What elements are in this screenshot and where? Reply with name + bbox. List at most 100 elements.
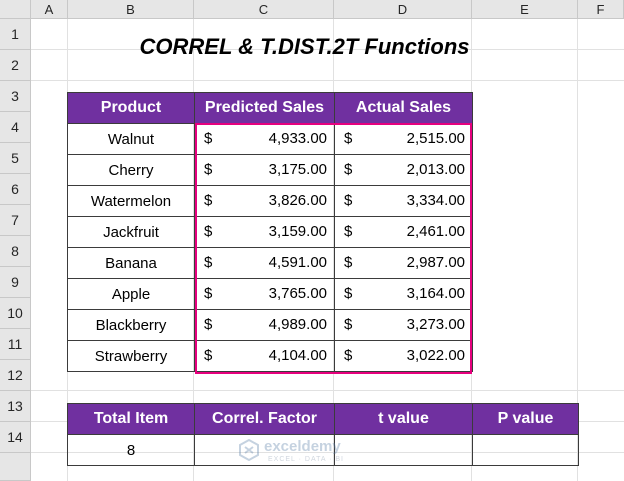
currency-symbol: $ xyxy=(204,347,213,364)
predicted-sales-cell[interactable]: $3,159.00 xyxy=(194,216,335,248)
results-header-row: Total Item Correl. Factor t value P valu… xyxy=(67,403,579,435)
row-header-11[interactable]: 11 xyxy=(0,329,31,360)
row-header-15[interactable] xyxy=(0,453,31,481)
table-row: Cherry $3,175.00 $2,013.00 xyxy=(67,154,473,186)
table-row: Strawberry $4,104.00 $3,022.00 xyxy=(67,340,473,372)
actual-sales-cell[interactable]: $3,022.00 xyxy=(334,340,473,372)
currency-symbol: $ xyxy=(344,254,353,271)
row-header-12[interactable]: 12 xyxy=(0,360,31,391)
select-all-corner[interactable] xyxy=(0,0,31,19)
header-total-item[interactable]: Total Item xyxy=(67,403,195,435)
actual-sales-cell[interactable]: $3,164.00 xyxy=(334,278,473,310)
header-correl-factor[interactable]: Correl. Factor xyxy=(194,403,335,435)
column-header-d[interactable]: D xyxy=(334,0,472,19)
row-header-8[interactable]: 8 xyxy=(0,236,31,267)
actual-sales-cell[interactable]: $2,461.00 xyxy=(334,216,473,248)
actual-sales-value: 2,987.00 xyxy=(406,254,465,271)
row-header-2[interactable]: 2 xyxy=(0,50,31,81)
predicted-sales-cell[interactable]: $4,104.00 xyxy=(194,340,335,372)
row-header-3[interactable]: 3 xyxy=(0,81,31,112)
predicted-sales-value: 3,175.00 xyxy=(268,161,327,178)
product-cell[interactable]: Watermelon xyxy=(67,185,195,217)
predicted-sales-value: 3,159.00 xyxy=(268,223,327,240)
column-header-c[interactable]: C xyxy=(194,0,334,19)
currency-symbol: $ xyxy=(344,285,353,302)
currency-symbol: $ xyxy=(344,192,353,209)
column-header-f[interactable]: F xyxy=(578,0,624,19)
product-cell[interactable]: Strawberry xyxy=(67,340,195,372)
actual-sales-value: 2,515.00 xyxy=(406,130,465,147)
gridline xyxy=(31,80,624,81)
header-predicted-sales[interactable]: Predicted Sales xyxy=(194,92,335,124)
row-header-9[interactable]: 9 xyxy=(0,267,31,298)
predicted-sales-value: 3,765.00 xyxy=(268,285,327,302)
header-t-value[interactable]: t value xyxy=(334,403,473,435)
row-header-6[interactable]: 6 xyxy=(0,174,31,205)
actual-sales-value: 2,013.00 xyxy=(406,161,465,178)
predicted-sales-value: 4,933.00 xyxy=(268,130,327,147)
actual-sales-cell[interactable]: $2,013.00 xyxy=(334,154,473,186)
row-header-13[interactable]: 13 xyxy=(0,391,31,422)
currency-symbol: $ xyxy=(204,254,213,271)
predicted-sales-cell[interactable]: $3,826.00 xyxy=(194,185,335,217)
predicted-sales-cell[interactable]: $3,765.00 xyxy=(194,278,335,310)
sheet-title[interactable]: CORREL & T.DIST.2T Functions xyxy=(31,31,578,62)
table-header-row: Product Predicted Sales Actual Sales xyxy=(67,92,473,124)
row-header-14[interactable]: 14 xyxy=(0,422,31,453)
currency-symbol: $ xyxy=(344,223,353,240)
p-value-cell[interactable] xyxy=(472,434,579,466)
product-cell[interactable]: Banana xyxy=(67,247,195,279)
column-header-a[interactable]: A xyxy=(31,0,68,19)
row-header-5[interactable]: 5 xyxy=(0,143,31,174)
actual-sales-value: 2,461.00 xyxy=(406,223,465,240)
predicted-sales-value: 4,104.00 xyxy=(268,347,327,364)
predicted-sales-cell[interactable]: $4,933.00 xyxy=(194,123,335,155)
row-header-7[interactable]: 7 xyxy=(0,205,31,236)
actual-sales-value: 3,164.00 xyxy=(406,285,465,302)
predicted-sales-cell[interactable]: $4,591.00 xyxy=(194,247,335,279)
currency-symbol: $ xyxy=(204,130,213,147)
gridline xyxy=(31,390,624,391)
table-row: Watermelon $3,826.00 $3,334.00 xyxy=(67,185,473,217)
actual-sales-cell[interactable]: $3,334.00 xyxy=(334,185,473,217)
table-row: Apple $3,765.00 $3,164.00 xyxy=(67,278,473,310)
product-cell[interactable]: Jackfruit xyxy=(67,216,195,248)
predicted-sales-value: 4,591.00 xyxy=(268,254,327,271)
predicted-sales-cell[interactable]: $4,989.00 xyxy=(194,309,335,341)
actual-sales-value: 3,022.00 xyxy=(406,347,465,364)
column-header-e[interactable]: E xyxy=(472,0,578,19)
currency-symbol: $ xyxy=(204,192,213,209)
correl-factor-cell[interactable] xyxy=(194,434,335,466)
currency-symbol: $ xyxy=(204,161,213,178)
predicted-sales-cell[interactable]: $3,175.00 xyxy=(194,154,335,186)
sales-table: Product Predicted Sales Actual Sales Wal… xyxy=(67,92,473,372)
column-header-b[interactable]: B xyxy=(68,0,194,19)
currency-symbol: $ xyxy=(204,285,213,302)
table-row: Jackfruit $3,159.00 $2,461.00 xyxy=(67,216,473,248)
row-header-4[interactable]: 4 xyxy=(0,112,31,143)
header-p-value[interactable]: P value xyxy=(472,403,579,435)
product-cell[interactable]: Apple xyxy=(67,278,195,310)
predicted-sales-value: 4,989.00 xyxy=(268,316,327,333)
row-header-10[interactable]: 10 xyxy=(0,298,31,329)
results-table: Total Item Correl. Factor t value P valu… xyxy=(67,403,579,466)
header-product[interactable]: Product xyxy=(67,92,195,124)
actual-sales-cell[interactable]: $3,273.00 xyxy=(334,309,473,341)
table-row: Blackberry $4,989.00 $3,273.00 xyxy=(67,309,473,341)
total-item-cell[interactable]: 8 xyxy=(67,434,195,466)
predicted-sales-value: 3,826.00 xyxy=(268,192,327,209)
row-header-1[interactable]: 1 xyxy=(0,19,31,50)
product-cell[interactable]: Blackberry xyxy=(67,309,195,341)
currency-symbol: $ xyxy=(204,223,213,240)
header-actual-sales[interactable]: Actual Sales xyxy=(334,92,473,124)
currency-symbol: $ xyxy=(344,347,353,364)
product-cell[interactable]: Cherry xyxy=(67,154,195,186)
t-value-cell[interactable] xyxy=(334,434,473,466)
results-value-row: 8 xyxy=(67,434,579,466)
actual-sales-cell[interactable]: $2,515.00 xyxy=(334,123,473,155)
product-cell[interactable]: Walnut xyxy=(67,123,195,155)
table-row: Banana $4,591.00 $2,987.00 xyxy=(67,247,473,279)
currency-symbol: $ xyxy=(344,316,353,333)
table-row: Walnut $4,933.00 $2,515.00 xyxy=(67,123,473,155)
actual-sales-cell[interactable]: $2,987.00 xyxy=(334,247,473,279)
